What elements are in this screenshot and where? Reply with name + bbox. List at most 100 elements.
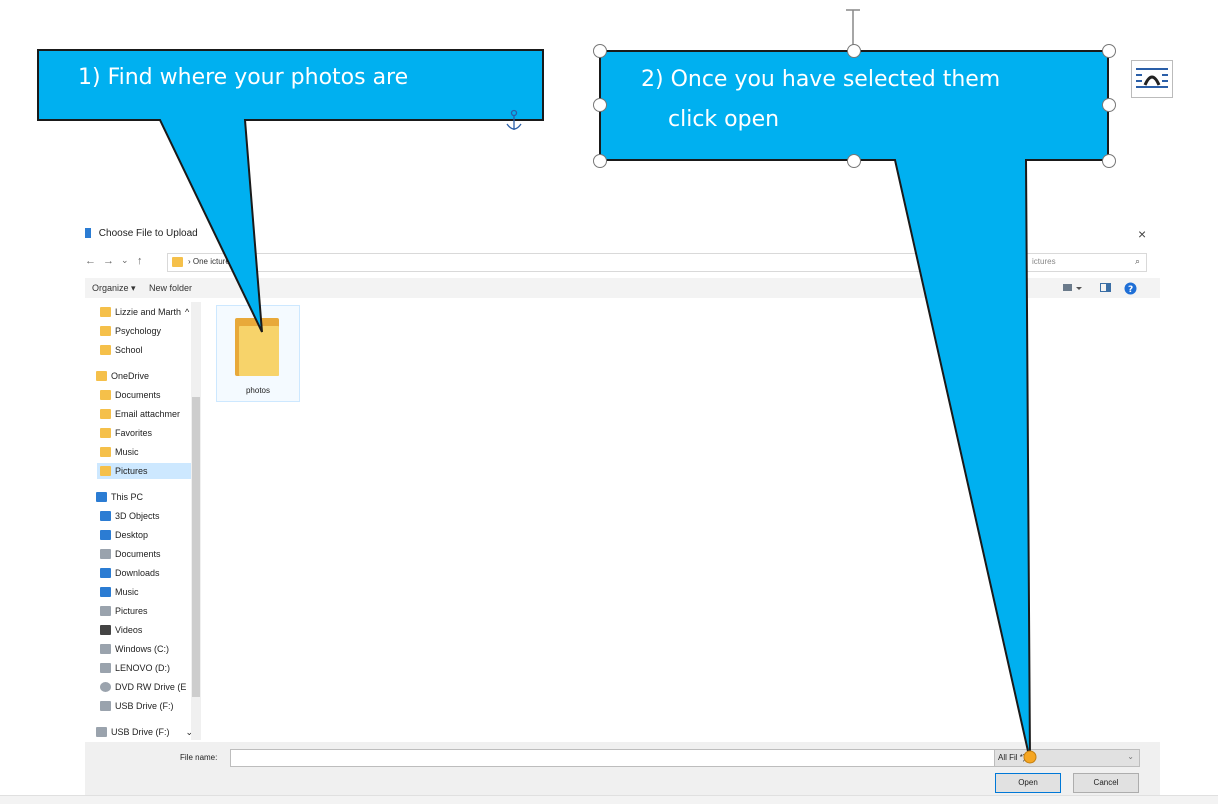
folder-icon	[100, 428, 111, 438]
dialog-title-bar: Choose File to Upload	[85, 228, 198, 248]
callout-text-1: 1) Find where your photos are	[78, 65, 409, 90]
svg-text:?: ?	[1128, 285, 1133, 295]
search-icon: ⌕	[1134, 256, 1140, 266]
scroll-up-icon[interactable]: ^	[185, 307, 189, 317]
resize-handle[interactable]	[1102, 154, 1116, 168]
sidebar-item-pictures-pc[interactable]: Pictures	[100, 603, 148, 619]
sidebar-item-lizzie[interactable]: Lizzie and Marth ^	[100, 304, 189, 320]
resize-handle[interactable]	[1102, 98, 1116, 112]
sidebar-item-label: USB Drive (F:)	[115, 701, 174, 711]
navigation-row: ← → ⌄ ↑ › One ictures ictures ⌕	[85, 253, 1148, 273]
file-name-bar: File name: ⌄ All Fil *) ⌄ Open Cancel	[85, 742, 1160, 797]
layout-options-icon	[1136, 68, 1168, 88]
drive-icon	[100, 663, 111, 673]
layout-options-button[interactable]	[1131, 60, 1173, 98]
sidebar-item-favorites[interactable]: Favorites	[100, 425, 152, 441]
folder-icon	[100, 409, 111, 419]
resize-handle[interactable]	[1102, 44, 1116, 58]
music-icon	[100, 587, 111, 597]
app-icon	[85, 228, 91, 239]
sidebar-item-onedrive[interactable]: OneDrive	[96, 368, 149, 384]
sidebar-item-documents[interactable]: Documents	[100, 387, 161, 403]
sidebar-item-3d-objects[interactable]: 3D Objects	[100, 508, 160, 524]
sidebar-item-psychology[interactable]: Psychology	[100, 323, 161, 339]
sidebar-item-label: Music	[115, 447, 139, 457]
pictures-icon	[100, 606, 111, 616]
sidebar-item-downloads[interactable]: Downloads	[100, 565, 160, 581]
forward-arrow-icon[interactable]: →	[103, 255, 114, 267]
navigation-sidebar: Lizzie and Marth ^ Psychology School OneD…	[85, 302, 200, 742]
sidebar-item-label: Music	[115, 587, 139, 597]
folder-icon	[100, 307, 111, 317]
resize-handle[interactable]	[593, 98, 607, 112]
sidebar-item-usb-drive[interactable]: USB Drive (F:)	[100, 698, 174, 714]
file-name-input[interactable]: ⌄	[230, 749, 1072, 767]
sidebar-item-school[interactable]: School	[100, 342, 143, 358]
scrollbar-thumb[interactable]	[192, 397, 200, 697]
sidebar-item-windows-c[interactable]: Windows (C:)	[100, 641, 169, 657]
sidebar-item-label: USB Drive (F:)	[111, 727, 170, 737]
sidebar-item-label: Videos	[115, 625, 143, 635]
search-input[interactable]: ictures ⌕	[1025, 253, 1147, 272]
back-arrow-icon[interactable]: ←	[85, 255, 96, 267]
sidebar-item-label: Documents	[115, 549, 161, 559]
sidebar-item-label: Pictures	[115, 606, 148, 616]
resize-handle[interactable]	[593, 44, 607, 58]
sidebar-item-videos[interactable]: Videos	[100, 622, 142, 638]
sidebar-item-desktop[interactable]: Desktop	[100, 527, 148, 543]
recent-locations-icon[interactable]: ⌄	[121, 255, 129, 266]
computer-icon	[96, 492, 107, 502]
folder-icon	[100, 466, 111, 476]
sidebar-item-label: Lizzie and Marth	[115, 307, 182, 317]
cancel-button[interactable]: Cancel	[1073, 773, 1139, 793]
sidebar-item-usb-drive-root[interactable]: USB Drive (F:) ⌄	[96, 724, 193, 740]
sidebar-item-label: LENOVO (D:)	[115, 663, 171, 673]
cube-icon	[100, 511, 111, 521]
sidebar-item-label: Windows (C:)	[115, 644, 170, 654]
sidebar-item-label: Downloads	[115, 568, 160, 578]
file-list-area: photos	[205, 302, 1160, 740]
desktop-icon	[100, 530, 111, 540]
resize-handle[interactable]	[847, 154, 861, 168]
usb-icon	[96, 727, 107, 737]
sidebar-item-dvd-drive[interactable]: DVD RW Drive (E	[100, 679, 186, 695]
help-icon[interactable]: ?	[1124, 282, 1137, 295]
close-button[interactable]: ×	[1138, 226, 1146, 242]
folder-tile-photos[interactable]: photos	[216, 305, 300, 402]
sidebar-item-music-pc[interactable]: Music	[100, 584, 139, 600]
new-folder-button[interactable]: New folder	[149, 283, 192, 293]
sidebar-item-music-onedrive[interactable]: Music	[100, 444, 139, 460]
anchor-icon	[506, 109, 522, 130]
download-icon	[100, 568, 111, 578]
view-options-icon[interactable]	[1063, 282, 1083, 294]
sidebar-item-label: DVD RW Drive (E	[115, 682, 187, 692]
callout-text-2-line1: 2) Once you have selected them	[641, 67, 1001, 92]
file-type-value: All Fil *)	[998, 753, 1026, 762]
usb-icon	[100, 701, 111, 711]
folder-icon	[96, 371, 107, 381]
up-arrow-icon[interactable]: ↑	[137, 255, 143, 267]
file-name-label: File name:	[180, 753, 218, 762]
sidebar-item-label: School	[115, 345, 143, 355]
folder-icon	[100, 447, 111, 457]
sidebar-item-label: Psychology	[115, 326, 162, 336]
chevron-down-icon[interactable]: ⌄	[1127, 752, 1134, 761]
preview-pane-icon[interactable]	[1100, 282, 1112, 294]
sidebar-item-documents-pc[interactable]: Documents	[100, 546, 161, 562]
search-text: ictures	[1032, 257, 1056, 266]
sidebar-item-label: OneDrive	[111, 371, 150, 381]
sidebar-item-pictures-selected[interactable]: Pictures	[97, 463, 200, 479]
folder-icon	[100, 326, 111, 336]
sidebar-item-this-pc[interactable]: This PC	[96, 489, 143, 505]
open-button[interactable]: Open	[995, 773, 1061, 793]
file-type-select[interactable]: All Fil *) ⌄	[994, 749, 1140, 767]
sidebar-item-lenovo-d[interactable]: LENOVO (D:)	[100, 660, 170, 676]
sidebar-item-label: Documents	[115, 390, 161, 400]
sidebar-scrollbar[interactable]	[191, 302, 201, 740]
resize-handle[interactable]	[847, 44, 861, 58]
address-bar[interactable]: › One ictures	[167, 253, 1022, 272]
sidebar-item-email-attachments[interactable]: Email attachmer	[100, 406, 180, 422]
resize-handle[interactable]	[593, 154, 607, 168]
organize-button[interactable]: Organize ▾	[92, 283, 136, 294]
drive-icon	[100, 644, 111, 654]
